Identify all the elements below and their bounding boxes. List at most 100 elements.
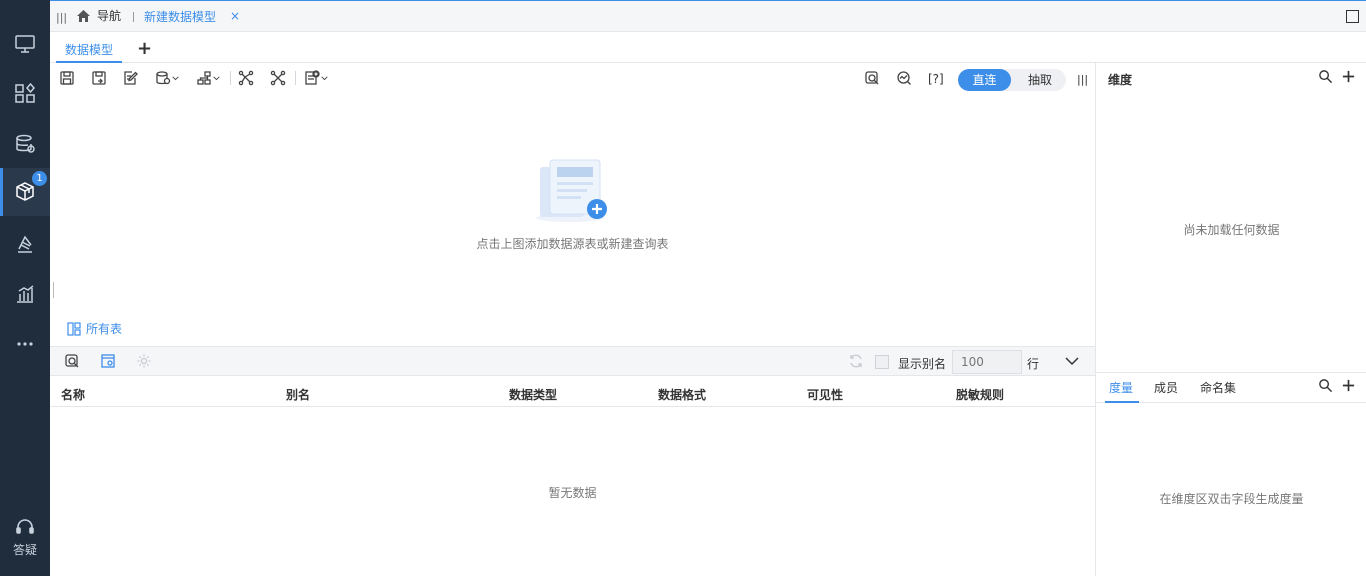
measure-tab-bar: 度量 成员 命名集	[1096, 373, 1366, 403]
rail-more[interactable]	[0, 320, 50, 368]
connect-mode-toggle[interactable]: 直连 抽取	[958, 69, 1066, 91]
field-gear-button[interactable]	[136, 353, 152, 372]
help-label: 答疑	[12, 543, 37, 557]
model-canvas: [?] 直连 抽取 ||| 点击上图添加数据源表或新建查询表	[50, 63, 1095, 345]
measure-empty-text: 在维度区双击字段生成度量	[1159, 492, 1304, 506]
column-header[interactable]: 别名	[286, 386, 310, 403]
column-header[interactable]: 可见性	[807, 386, 843, 403]
refresh-button[interactable]	[848, 353, 864, 372]
field-preview-button[interactable]	[64, 353, 80, 372]
tab-measure[interactable]: 度量	[1109, 379, 1133, 396]
hierarchy-icon	[197, 71, 211, 85]
app-window: 1 答疑 ||| 导航 新建数据模型 × 数据模型 + [?] 直连 抽取 ||…	[0, 0, 1366, 576]
mode-extract-option[interactable]: 抽取	[1014, 69, 1066, 91]
expand-button[interactable]	[1064, 353, 1080, 372]
add-table-icon	[305, 70, 320, 85]
dimension-actions	[1318, 69, 1356, 84]
resize-handle[interactable]	[53, 282, 54, 298]
show-alias-checkbox[interactable]	[875, 355, 889, 369]
chevron-down-icon	[172, 75, 179, 80]
rail-data-model[interactable]: 1	[0, 168, 50, 216]
save-as-button[interactable]	[91, 69, 109, 87]
rail-datasource[interactable]	[0, 120, 50, 168]
chevron-down-icon	[321, 75, 328, 80]
close-icon[interactable]: ×	[230, 9, 240, 23]
save-as-icon	[92, 71, 106, 85]
right-panel: 维度 尚未加载任何数据 度量 成员 命名集 在维度区双击字段生成度量	[1095, 63, 1366, 576]
relation-dropdown[interactable]	[196, 69, 224, 87]
network-icon	[238, 70, 254, 86]
column-header[interactable]: 数据格式	[658, 386, 706, 403]
field-toolbar: 显示别名 行	[50, 346, 1095, 376]
chevron-down-icon	[213, 75, 220, 80]
tab-new-data-model[interactable]: 新建数据模型	[144, 8, 216, 25]
tab-data-model[interactable]: 数据模型	[65, 41, 113, 58]
analysis-button[interactable]	[896, 69, 914, 87]
add-tab-button[interactable]: +	[137, 38, 152, 59]
rail-dashboard[interactable]	[0, 69, 50, 117]
search-icon[interactable]	[1318, 69, 1333, 84]
canvas-toolbar: [?] 直连 抽取 |||	[50, 63, 1095, 93]
monitor-icon	[15, 35, 35, 53]
dimension-title: 维度	[1108, 73, 1133, 87]
datasource-dropdown[interactable]	[155, 69, 183, 87]
gear-icon	[137, 354, 151, 368]
canvas-empty-text: 点击上图添加数据源表或新建查询表	[476, 237, 669, 251]
left-rail: 1 答疑	[0, 0, 50, 576]
relations-icon	[270, 70, 286, 86]
notification-badge: 1	[32, 171, 47, 186]
column-header[interactable]: 名称	[61, 386, 85, 403]
relations-button[interactable]	[270, 69, 288, 87]
add-icon[interactable]	[1341, 378, 1356, 393]
maximize-icon[interactable]	[1346, 10, 1359, 23]
rail-help[interactable]: 答疑	[0, 518, 50, 564]
edit-doc-icon	[124, 71, 138, 85]
add-table-dropdown[interactable]	[304, 69, 332, 87]
show-alias-label: 显示别名	[898, 357, 947, 371]
auto-layout-button[interactable]	[238, 69, 256, 87]
panel-grip-icon[interactable]: |||	[1077, 73, 1088, 86]
help-button[interactable]: [?]	[928, 72, 944, 86]
layout-panel-icon	[67, 321, 81, 336]
collapse-grip-icon[interactable]: |||	[56, 11, 67, 24]
table-settings-icon	[101, 354, 115, 368]
cube-model-icon	[16, 182, 34, 201]
table-settings-button[interactable]	[100, 353, 116, 372]
chevron-down-icon	[1065, 357, 1079, 366]
rows-input[interactable]	[952, 350, 1022, 374]
preview-button[interactable]	[864, 69, 882, 87]
measure-actions	[1318, 378, 1356, 393]
field-table-header: 名称 别名 数据类型 数据格式 可见性 脱敏规则	[50, 376, 1095, 407]
mode-direct-option[interactable]: 直连	[958, 69, 1011, 91]
rows-unit-label: 行	[1027, 357, 1040, 371]
rail-analysis[interactable]	[0, 220, 50, 268]
headset-icon	[16, 519, 34, 534]
bookmark-stack-icon	[18, 235, 32, 253]
nav-home-tab[interactable]: 导航	[76, 7, 121, 24]
database-settings-icon	[16, 134, 35, 153]
rail-monitor[interactable]	[0, 20, 50, 68]
top-bar: ||| 导航 新建数据模型 ×	[50, 0, 1366, 32]
preview-search-icon	[65, 354, 79, 368]
edit-button[interactable]	[123, 69, 141, 87]
nav-label: 导航	[97, 9, 122, 23]
save-button[interactable]	[59, 69, 77, 87]
search-icon[interactable]	[1318, 378, 1333, 393]
column-header[interactable]: 脱敏规则	[956, 386, 1004, 403]
all-tables-label: 所有表	[86, 322, 123, 336]
table-empty-text: 暂无数据	[548, 486, 597, 500]
toolbar-divider	[295, 71, 296, 85]
toolbar-divider	[230, 71, 231, 85]
tab-divider	[133, 12, 134, 22]
tab-named-sets[interactable]: 命名集	[1200, 379, 1236, 396]
column-header[interactable]: 数据类型	[509, 386, 557, 403]
refresh-icon	[850, 354, 862, 368]
tab-members[interactable]: 成员	[1154, 379, 1178, 396]
all-tables-link[interactable]: 所有表	[67, 320, 122, 337]
datasource-icon	[156, 71, 171, 85]
trend-search-icon	[897, 71, 911, 85]
rail-statistics[interactable]	[0, 270, 50, 318]
dashboard-grid-icon	[15, 82, 35, 103]
add-icon[interactable]	[1341, 69, 1356, 84]
model-tab-bar: 数据模型 +	[50, 32, 1366, 63]
